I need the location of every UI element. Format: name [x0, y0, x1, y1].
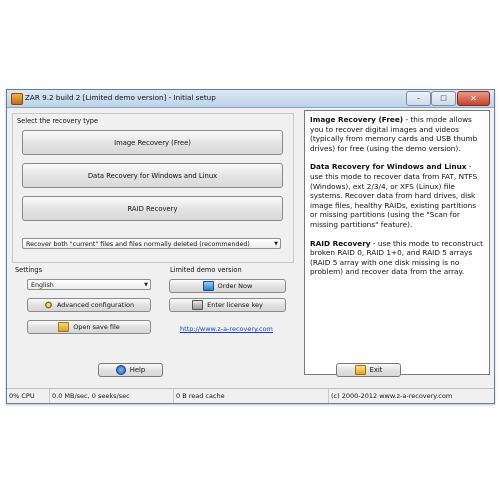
info-data-title: Data Recovery for Windows and Linux: [310, 162, 467, 172]
info-image: Image Recovery (Free) - this mode allows…: [310, 115, 484, 153]
info-data: Data Recovery for Windows and Linux - us…: [310, 162, 484, 229]
status-cache: 0 B read cache: [174, 389, 329, 403]
advanced-config-label: Advanced configuration: [56, 301, 135, 309]
gear-icon: [43, 301, 53, 309]
minimize-button[interactable]: –: [406, 91, 431, 106]
main-window: ZAR 9.2 build 2 [Limited demo version] -…: [6, 89, 495, 404]
order-now-button[interactable]: Order Now: [169, 279, 286, 293]
data-recovery-button[interactable]: Data Recovery for Windows and Linux: [22, 163, 283, 188]
demo-label: Limited demo version: [169, 266, 243, 274]
status-bar: 0% CPU 0.0 MB/sec, 0 seeks/sec 0 B read …: [7, 388, 494, 403]
status-cpu: 0% CPU: [7, 389, 50, 403]
language-select[interactable]: English ▼: [27, 279, 151, 290]
demo-group: Limited demo version Order Now Enter lic…: [159, 266, 291, 340]
exit-button[interactable]: Exit: [336, 363, 401, 377]
website-link[interactable]: http://www.z-a-recovery.com: [180, 325, 273, 333]
enter-license-button[interactable]: Enter license key: [169, 298, 286, 312]
language-value: English: [31, 282, 54, 289]
recovery-mode-value: Recover both "current" files and files n…: [26, 241, 250, 248]
help-label: Help: [129, 366, 146, 374]
info-image-title: Image Recovery (Free): [310, 115, 404, 124]
info-data-text: - use this mode to recover data from FAT…: [310, 162, 478, 229]
enter-license-label: Enter license key: [207, 301, 263, 309]
info-raid: RAID Recovery - use this mode to reconst…: [310, 239, 484, 277]
status-throughput: 0.0 MB/sec, 0 seeks/sec: [50, 389, 174, 403]
open-save-file-label: Open save file: [73, 323, 120, 331]
image-recovery-button[interactable]: Image Recovery (Free): [22, 130, 283, 155]
settings-group: Settings English ▼ Advanced configuratio…: [12, 266, 152, 340]
window-title: ZAR 9.2 build 2 [Limited demo version] -…: [25, 93, 216, 102]
help-icon: [115, 365, 126, 375]
order-now-label: Order Now: [217, 282, 253, 290]
exit-icon: [354, 365, 366, 375]
open-save-file-button[interactable]: Open save file: [27, 320, 151, 334]
exit-label: Exit: [369, 366, 383, 374]
info-raid-title: RAID Recovery: [310, 238, 371, 248]
left-panel: Select the recovery type Image Recovery …: [12, 113, 298, 370]
close-button[interactable]: ✕: [457, 91, 490, 106]
key-icon: [192, 300, 204, 310]
maximize-button[interactable]: □: [431, 91, 456, 106]
recovery-type-group: Select the recovery type Image Recovery …: [12, 113, 294, 263]
cart-icon: [202, 281, 214, 291]
raid-recovery-button[interactable]: RAID Recovery: [22, 196, 283, 221]
help-button[interactable]: Help: [98, 363, 163, 377]
app-icon: [11, 93, 23, 105]
title-bar[interactable]: ZAR 9.2 build 2 [Limited demo version] -…: [7, 90, 494, 108]
recovery-mode-select[interactable]: Recover both "current" files and files n…: [22, 238, 281, 249]
recovery-type-label: Select the recovery type: [16, 117, 100, 125]
advanced-config-button[interactable]: Advanced configuration: [27, 298, 151, 312]
status-copyright: (c) 2000-2012 www.z-a-recovery.com: [331, 392, 453, 400]
chevron-down-icon: ▼: [274, 241, 278, 247]
info-panel: Image Recovery (Free) - this mode allows…: [304, 110, 490, 375]
settings-label: Settings: [14, 266, 44, 274]
chevron-down-icon: ▼: [144, 282, 148, 288]
folder-icon: [58, 322, 70, 332]
